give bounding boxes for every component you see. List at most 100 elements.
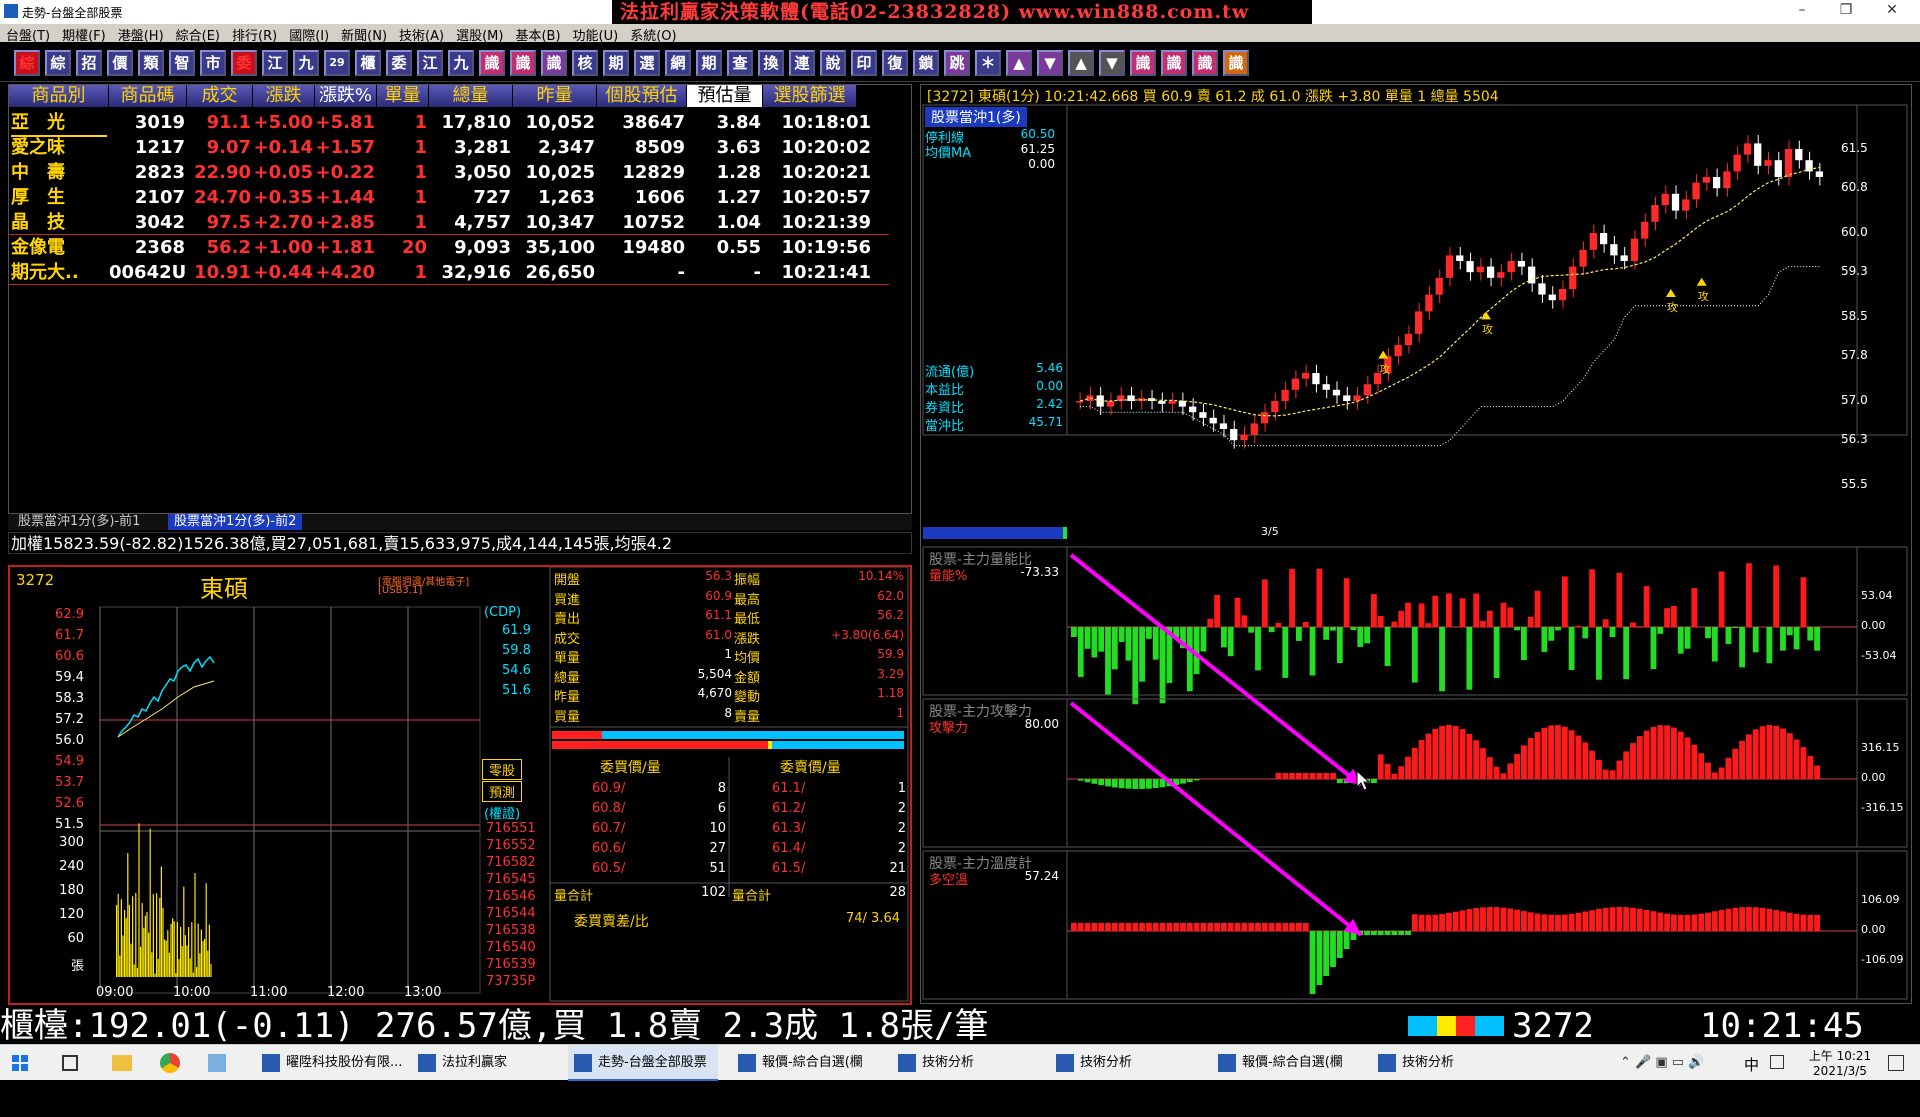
table-row[interactable]: 金像電236856.2+1.00+1.81209,09335,100194800…	[9, 235, 889, 260]
taskbar-item[interactable]: 報價-綜合自選(欄位...	[732, 1045, 882, 1081]
chrome-icon[interactable]	[160, 1053, 180, 1073]
toolbar-button[interactable]: 九	[293, 50, 319, 76]
warrant-code: 716582	[486, 855, 536, 870]
minimize-button[interactable]: –	[1782, 2, 1822, 22]
table-row[interactable]: 中 壽282322.90+0.05+0.2213,05010,025128291…	[9, 160, 889, 185]
taskbar-item[interactable]: 法拉利贏家	[412, 1045, 562, 1081]
toolbar-button[interactable]: 連	[789, 50, 815, 76]
cell-chg: +0.35	[253, 185, 313, 210]
ask-price: 61.2/	[772, 801, 805, 816]
toolbar-button[interactable]: 換	[758, 50, 784, 76]
column-header[interactable]: 單量	[377, 85, 429, 107]
toolbar-button[interactable]: 識	[1161, 50, 1187, 76]
toolbar-button[interactable]: 江	[262, 50, 288, 76]
toolbar-button[interactable]: 委	[386, 50, 412, 76]
toolbar-button[interactable]: 網	[665, 50, 691, 76]
taskbar-item[interactable]: 曜陞科技股份有限...	[256, 1045, 406, 1081]
strategy-label[interactable]: 股票當沖1(多)	[925, 107, 1027, 127]
taskbar-item-label: 報價-綜合自選(欄位...	[1242, 1055, 1343, 1106]
column-header[interactable]: 個股預估	[597, 85, 687, 107]
toolbar-button[interactable]: 識	[1223, 50, 1249, 76]
stock-name: 東碩	[200, 569, 248, 604]
task-view-icon[interactable]	[62, 1055, 78, 1071]
toolbar-button[interactable]: ▲	[1068, 50, 1094, 76]
keyboard-icon[interactable]	[1770, 1055, 1784, 1069]
cell-time: 10:18:01	[763, 110, 871, 135]
menu-bar: 台盤(T)期權(F)港盤(H)綜合(E)排行(R)國際(I)新聞(N)技術(A)…	[0, 24, 1920, 42]
restore-button[interactable]: ❐	[1826, 2, 1866, 22]
tray-icons[interactable]: ⌃ 🎤 ▣ ▭ 🔊	[1620, 1055, 1704, 1070]
cell-chg: +0.14	[253, 135, 313, 160]
toolbar-button[interactable]: 查	[727, 50, 753, 76]
toolbar-button[interactable]: 綜	[14, 50, 40, 76]
table-row[interactable]: 期元大..00642U10.91+0.44+4.20132,91626,650-…	[9, 260, 889, 285]
toolbar-button[interactable]: 類	[138, 50, 164, 76]
table-row[interactable]: 愛之味12179.07+0.14+1.5713,2812,34785093.63…	[9, 135, 889, 160]
app-pinned-icon[interactable]	[208, 1054, 226, 1072]
toolbar-button[interactable]: 選	[634, 50, 660, 76]
toolbar-button[interactable]: 識	[479, 50, 505, 76]
table-row[interactable]: 亞 光301991.1+5.00+5.81117,81010,052386473…	[9, 110, 889, 135]
table-row[interactable]: 厚 生210724.70+0.35+1.4417271,26316061.271…	[9, 185, 889, 210]
tab-day-trade-1[interactable]: 股票當沖1分(多)-前1	[12, 514, 146, 530]
toolbar-button[interactable]: 識	[541, 50, 567, 76]
toolbar-button[interactable]: ＊	[975, 50, 1001, 76]
indicator-value: 80.00	[1025, 717, 1059, 731]
toolbar-button[interactable]: 九	[448, 50, 474, 76]
app-icon	[4, 4, 18, 18]
toolbar-button[interactable]: 跳	[944, 50, 970, 76]
ime-indicator[interactable]: 中	[1744, 1054, 1759, 1075]
toolbar-button[interactable]: ▼	[1037, 50, 1063, 76]
bid-size: 8	[718, 781, 726, 796]
column-header[interactable]: 昨量	[513, 85, 597, 107]
toolbar-button[interactable]: 智	[169, 50, 195, 76]
toolbar-button[interactable]: 期	[696, 50, 722, 76]
toolbar-button[interactable]: 招	[76, 50, 102, 76]
toolbar-button[interactable]: 識	[1130, 50, 1156, 76]
toolbar-button[interactable]: 委	[231, 50, 257, 76]
column-header[interactable]: 漲跌	[253, 85, 315, 107]
price-axis-tick: 59.3	[1841, 264, 1868, 278]
toolbar-button[interactable]: 29	[324, 50, 350, 76]
taskbar-item[interactable]: 技術分析	[1372, 1045, 1522, 1081]
odd-lot-button[interactable]: 零股	[482, 759, 522, 780]
indicator-tick: 0.00	[1861, 771, 1886, 784]
column-header[interactable]: 選股篩選	[763, 85, 857, 107]
taskbar-item[interactable]: 技術分析	[892, 1045, 1042, 1081]
toolbar-button[interactable]: ▼	[1099, 50, 1125, 76]
cell-pct: +1.57	[315, 135, 375, 160]
forecast-button[interactable]: 預測	[482, 781, 522, 802]
tab-day-trade-2[interactable]: 股票當沖1分(多)-前2	[168, 514, 302, 530]
column-header[interactable]: 預估量	[687, 85, 763, 107]
close-button[interactable]: ✕	[1872, 2, 1912, 22]
clock[interactable]: 上午 10:21 2021/3/5	[1800, 1047, 1880, 1078]
toolbar-button[interactable]: 復	[882, 50, 908, 76]
column-header[interactable]: 商品別	[9, 85, 109, 107]
cell-pct: +0.22	[315, 160, 375, 185]
column-header[interactable]: 漲跌%	[315, 85, 377, 107]
toolbar-button[interactable]: 鎖	[913, 50, 939, 76]
start-icon[interactable]	[12, 1055, 28, 1071]
toolbar-button[interactable]: 市	[200, 50, 226, 76]
taskbar-item[interactable]: 技術分析	[1050, 1045, 1200, 1081]
toolbar-button[interactable]: 識	[1192, 50, 1218, 76]
toolbar-button[interactable]: ▲	[1006, 50, 1032, 76]
notification-icon[interactable]	[1888, 1055, 1904, 1071]
taskbar-item[interactable]: 走勢-台盤全部股票	[568, 1045, 718, 1081]
toolbar-button[interactable]: 說	[820, 50, 846, 76]
column-header[interactable]: 成交	[187, 85, 253, 107]
cell-pct: +2.85	[315, 210, 375, 235]
column-header[interactable]: 商品碼	[109, 85, 187, 107]
toolbar-button[interactable]: 印	[851, 50, 877, 76]
toolbar-button[interactable]: 櫃	[355, 50, 381, 76]
toolbar-button[interactable]: 江	[417, 50, 443, 76]
taskbar-item[interactable]: 報價-綜合自選(欄位...	[1212, 1045, 1362, 1081]
toolbar-button[interactable]: 價	[107, 50, 133, 76]
toolbar-button[interactable]: 期	[603, 50, 629, 76]
file-explorer-icon[interactable]	[112, 1055, 132, 1071]
toolbar-button[interactable]: 識	[510, 50, 536, 76]
column-header[interactable]: 總量	[429, 85, 513, 107]
toolbar-button[interactable]: 綜	[45, 50, 71, 76]
table-row[interactable]: 晶 技304297.5+2.70+2.8514,75710,347107521.…	[9, 210, 889, 235]
toolbar-button[interactable]: 核	[572, 50, 598, 76]
